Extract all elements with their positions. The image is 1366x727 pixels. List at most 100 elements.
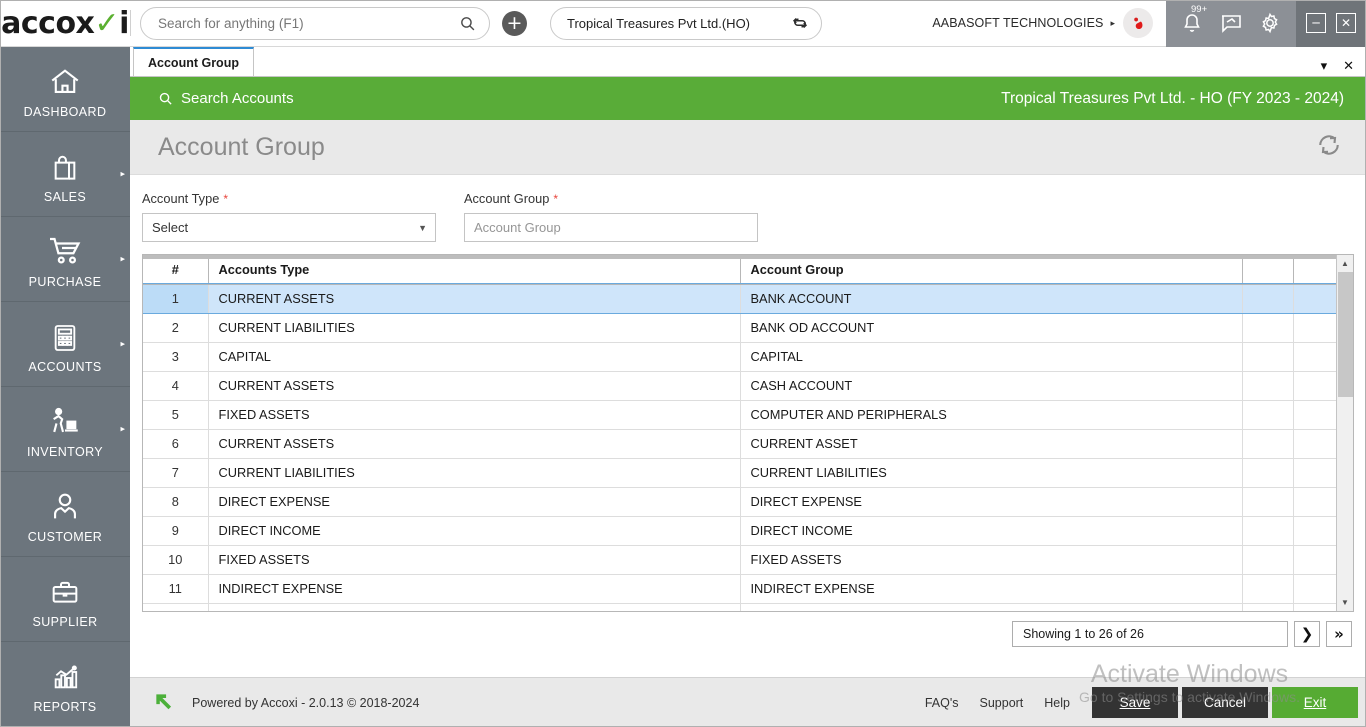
cell-action-1[interactable] <box>1242 516 1293 545</box>
avatar-logo-icon <box>1129 14 1148 33</box>
organization-area: AABASOFT TECHNOLOGIES ▸ 99+ <box>932 0 1366 47</box>
pagination-status-input[interactable] <box>1012 621 1288 647</box>
settings-button[interactable] <box>1258 11 1282 35</box>
messages-button[interactable] <box>1219 11 1243 35</box>
footer-link-support[interactable]: Support <box>980 696 1024 710</box>
table-row[interactable]: 2CURRENT LIABILITIESBANK OD ACCOUNT <box>143 313 1336 342</box>
search-icon[interactable] <box>459 15 476 32</box>
application-window: accox✓i + Tropical Treasures Pvt Ltd.(HO… <box>0 0 1366 727</box>
sidebar-item-reports[interactable]: REPORTS <box>0 642 130 727</box>
cell-action-1[interactable] <box>1242 458 1293 487</box>
table-row[interactable]: 9DIRECT INCOMEDIRECT INCOME <box>143 516 1336 545</box>
cell-action-1[interactable] <box>1242 400 1293 429</box>
cell-action-2[interactable] <box>1293 371 1336 400</box>
cell-action-1[interactable] <box>1242 313 1293 342</box>
cell-action-2[interactable] <box>1293 574 1336 603</box>
cell-action-2[interactable] <box>1293 429 1336 458</box>
logo-text: accox <box>1 6 94 41</box>
cancel-button[interactable]: Cancel <box>1182 687 1268 718</box>
cell-action-1[interactable] <box>1242 545 1293 574</box>
cell-action-1[interactable] <box>1242 487 1293 516</box>
minimize-button[interactable]: ─ <box>1306 13 1326 33</box>
message-icon <box>1219 11 1243 35</box>
scroll-down-icon[interactable]: ▼ <box>1337 594 1354 611</box>
table-scroll-region: # Accounts Type Account Group 1CURRENT A… <box>143 255 1336 611</box>
cell-accounts-type: DIRECT INCOME <box>208 516 740 545</box>
add-new-button[interactable]: + <box>502 11 527 36</box>
cell-action-2[interactable] <box>1293 400 1336 429</box>
table-vertical-scrollbar[interactable]: ▲ ▼ <box>1336 255 1353 611</box>
search-input[interactable] <box>158 16 459 31</box>
header-icon-group: 99+ <box>1166 0 1296 47</box>
account-group-input[interactable] <box>464 213 758 242</box>
scrollbar-thumb[interactable] <box>1338 272 1353 397</box>
exit-button[interactable]: Exit <box>1272 687 1358 718</box>
table-row[interactable]: 3CAPITALCAPITAL <box>143 342 1336 371</box>
table-row[interactable]: 1CURRENT ASSETSBANK ACCOUNT <box>143 284 1336 313</box>
switch-company-icon[interactable] <box>791 14 809 32</box>
tab-account-group[interactable]: Account Group <box>133 47 254 76</box>
save-button[interactable]: Save <box>1092 687 1178 718</box>
footer-buttons: Save Cancel Exit <box>1092 687 1366 718</box>
cell-action-2[interactable] <box>1293 458 1336 487</box>
refresh-button[interactable] <box>1314 130 1344 165</box>
scroll-up-icon[interactable]: ▲ <box>1337 255 1354 272</box>
sidebar-item-dashboard[interactable]: DASHBOARD <box>0 47 130 132</box>
sidebar-item-label: SUPPLIER <box>32 615 97 629</box>
account-type-value: Select <box>152 220 188 235</box>
footer-link-faqs[interactable]: FAQ's <box>925 696 959 710</box>
sidebar-item-purchase[interactable]: PURCHASE ▸ <box>0 217 130 302</box>
close-window-button[interactable]: ✕ <box>1336 13 1356 33</box>
required-marker: * <box>553 192 558 206</box>
sidebar-item-accounts[interactable]: ACCOUNTS ▸ <box>0 302 130 387</box>
account-type-select[interactable]: Select ▼ <box>142 213 436 242</box>
horizontal-scrollbar[interactable] <box>143 255 1336 259</box>
table-row[interactable]: 6CURRENT ASSETSCURRENT ASSET <box>143 429 1336 458</box>
cell-action-2[interactable] <box>1293 284 1336 313</box>
sidebar-item-inventory[interactable]: INVENTORY ▸ <box>0 387 130 472</box>
table-row[interactable]: 10FIXED ASSETSFIXED ASSETS <box>143 545 1336 574</box>
chevron-right-icon[interactable]: ▸ <box>1110 18 1115 29</box>
column-header-account-group[interactable]: Account Group <box>740 255 1242 284</box>
table-row[interactable]: 4CURRENT ASSETSCASH ACCOUNT <box>143 371 1336 400</box>
column-header-number[interactable]: # <box>143 255 208 284</box>
warehouse-worker-icon <box>48 399 82 439</box>
tab-close-icon[interactable]: ✕ <box>1343 59 1354 72</box>
company-selector[interactable]: Tropical Treasures Pvt Ltd.(HO) <box>550 7 822 40</box>
table-row[interactable]: 11INDIRECT EXPENSEINDIRECT EXPENSE <box>143 574 1336 603</box>
column-header-accounts-type[interactable]: Accounts Type <box>208 255 740 284</box>
cell-account-group: DIRECT INCOME <box>740 516 1242 545</box>
cell-action-2[interactable] <box>1293 342 1336 371</box>
tab-controls: ▾ ✕ <box>1321 59 1366 76</box>
table-row[interactable]: 8DIRECT EXPENSEDIRECT EXPENSE <box>143 487 1336 516</box>
page-title: Account Group <box>158 133 325 162</box>
cell-row-number: 11 <box>143 574 208 603</box>
notifications-button[interactable]: 99+ <box>1180 11 1204 35</box>
table-row[interactable]: 7CURRENT LIABILITIESCURRENT LIABILITIES <box>143 458 1336 487</box>
sidebar-item-sales[interactable]: SALES ▸ <box>0 132 130 217</box>
footer-link-help[interactable]: Help <box>1044 696 1070 710</box>
table-row-empty <box>143 603 1336 611</box>
cell-action-2[interactable] <box>1293 516 1336 545</box>
top-bar: accox✓i + Tropical Treasures Pvt Ltd.(HO… <box>0 0 1366 47</box>
shopping-cart-icon <box>47 229 83 269</box>
account-group-field: Account Group* <box>464 191 758 242</box>
next-page-button[interactable]: ❯ <box>1294 621 1320 647</box>
cell-action-1[interactable] <box>1242 429 1293 458</box>
sidebar-item-supplier[interactable]: SUPPLIER <box>0 557 130 642</box>
global-search-box[interactable] <box>140 7 490 40</box>
cell-action-2[interactable] <box>1293 313 1336 342</box>
tab-list-dropdown-icon[interactable]: ▾ <box>1321 59 1328 72</box>
last-page-button[interactable]: » <box>1326 621 1352 647</box>
sidebar-item-label: DASHBOARD <box>24 105 107 119</box>
search-accounts-button[interactable]: Search Accounts <box>158 90 294 107</box>
sidebar-item-customer[interactable]: CUSTOMER <box>0 472 130 557</box>
user-avatar[interactable] <box>1123 8 1153 38</box>
cell-action-1[interactable] <box>1242 342 1293 371</box>
table-row[interactable]: 5FIXED ASSETSCOMPUTER AND PERIPHERALS <box>143 400 1336 429</box>
cell-action-1[interactable] <box>1242 284 1293 313</box>
cell-action-2[interactable] <box>1293 545 1336 574</box>
cell-action-2[interactable] <box>1293 487 1336 516</box>
cell-action-1[interactable] <box>1242 371 1293 400</box>
cell-action-1[interactable] <box>1242 574 1293 603</box>
